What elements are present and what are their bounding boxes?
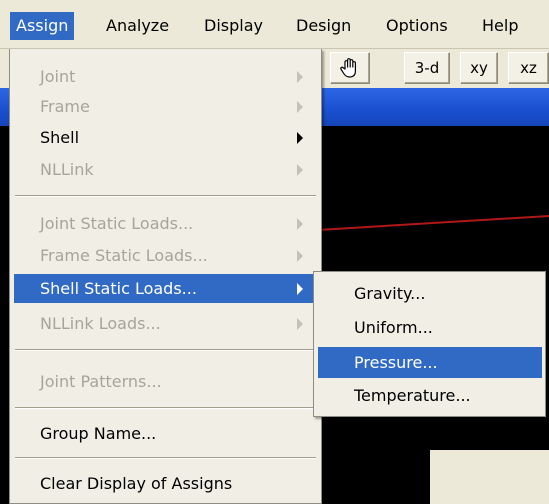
view-3d-button[interactable]: 3-d [404, 52, 450, 84]
menu-item-nllink-loads[interactable]: NLLink Loads... [14, 309, 317, 338]
menu-item-label: Frame Static Loads... [40, 246, 208, 265]
view-xz-button[interactable]: xz [508, 52, 549, 84]
submenu-item-gravity[interactable]: Gravity... [318, 278, 542, 309]
menu-separator [15, 349, 316, 351]
menu-item-label: NLLink [40, 160, 94, 179]
pan-button[interactable] [330, 52, 370, 84]
menu-item-label: Joint [40, 67, 76, 86]
menu-assign[interactable]: Assign [10, 12, 75, 40]
menu-separator [15, 457, 316, 459]
submenu-arrow-icon [297, 318, 303, 330]
submenu-item-temperature[interactable]: Temperature... [318, 380, 542, 411]
menu-item-clear-display-of-assigns[interactable]: Clear Display of Assigns [14, 469, 317, 498]
menu-item-nllink[interactable]: NLLink [14, 155, 317, 184]
menu-item-shell[interactable]: Shell [14, 123, 317, 152]
menu-item-label: Joint Patterns... [40, 372, 162, 391]
submenu-arrow-icon [297, 164, 303, 176]
shell-static-loads-submenu: Gravity... Uniform... Pressure... Temper… [313, 271, 546, 417]
menu-item-joint[interactable]: Joint [14, 62, 317, 91]
submenu-arrow-icon [297, 250, 303, 262]
submenu-item-uniform[interactable]: Uniform... [318, 312, 542, 343]
menu-help[interactable]: Help [476, 12, 524, 40]
menu-item-label: Frame [40, 97, 90, 116]
menu-item-group-name[interactable]: Group Name... [14, 419, 317, 448]
menu-item-label: Joint Static Loads... [40, 214, 194, 233]
menu-bar: Assign Analyze Display Design Options He… [0, 0, 549, 49]
menu-separator [15, 195, 316, 197]
submenu-arrow-icon [297, 218, 303, 230]
menu-item-label: Shell Static Loads... [40, 279, 197, 298]
menu-item-shell-static-loads[interactable]: Shell Static Loads... [14, 274, 317, 303]
menu-item-frame-static-loads[interactable]: Frame Static Loads... [14, 241, 317, 270]
menu-item-frame[interactable]: Frame [14, 92, 317, 121]
submenu-arrow-icon [297, 101, 303, 113]
menu-options[interactable]: Options [380, 12, 454, 40]
submenu-item-pressure[interactable]: Pressure... [318, 347, 542, 378]
view-xy-button[interactable]: xy [460, 52, 498, 84]
menu-item-label: Shell [40, 128, 80, 147]
menu-display[interactable]: Display [198, 12, 269, 40]
menu-separator [15, 407, 316, 409]
menu-item-joint-static-loads[interactable]: Joint Static Loads... [14, 209, 317, 238]
menu-item-label: NLLink Loads... [40, 314, 161, 333]
submenu-arrow-icon [297, 132, 303, 144]
menu-design[interactable]: Design [290, 12, 357, 40]
menu-item-label: Clear Display of Assigns [40, 474, 233, 493]
menu-item-label: Group Name... [40, 424, 157, 443]
assign-menu: Joint Frame Shell NLLink Joint Static Lo… [9, 49, 322, 504]
submenu-arrow-icon [297, 71, 303, 83]
status-area [430, 450, 549, 504]
hand-icon [340, 58, 356, 78]
menu-analyze[interactable]: Analyze [100, 12, 175, 40]
submenu-arrow-icon [297, 283, 303, 295]
menu-item-joint-patterns[interactable]: Joint Patterns... [14, 367, 317, 396]
